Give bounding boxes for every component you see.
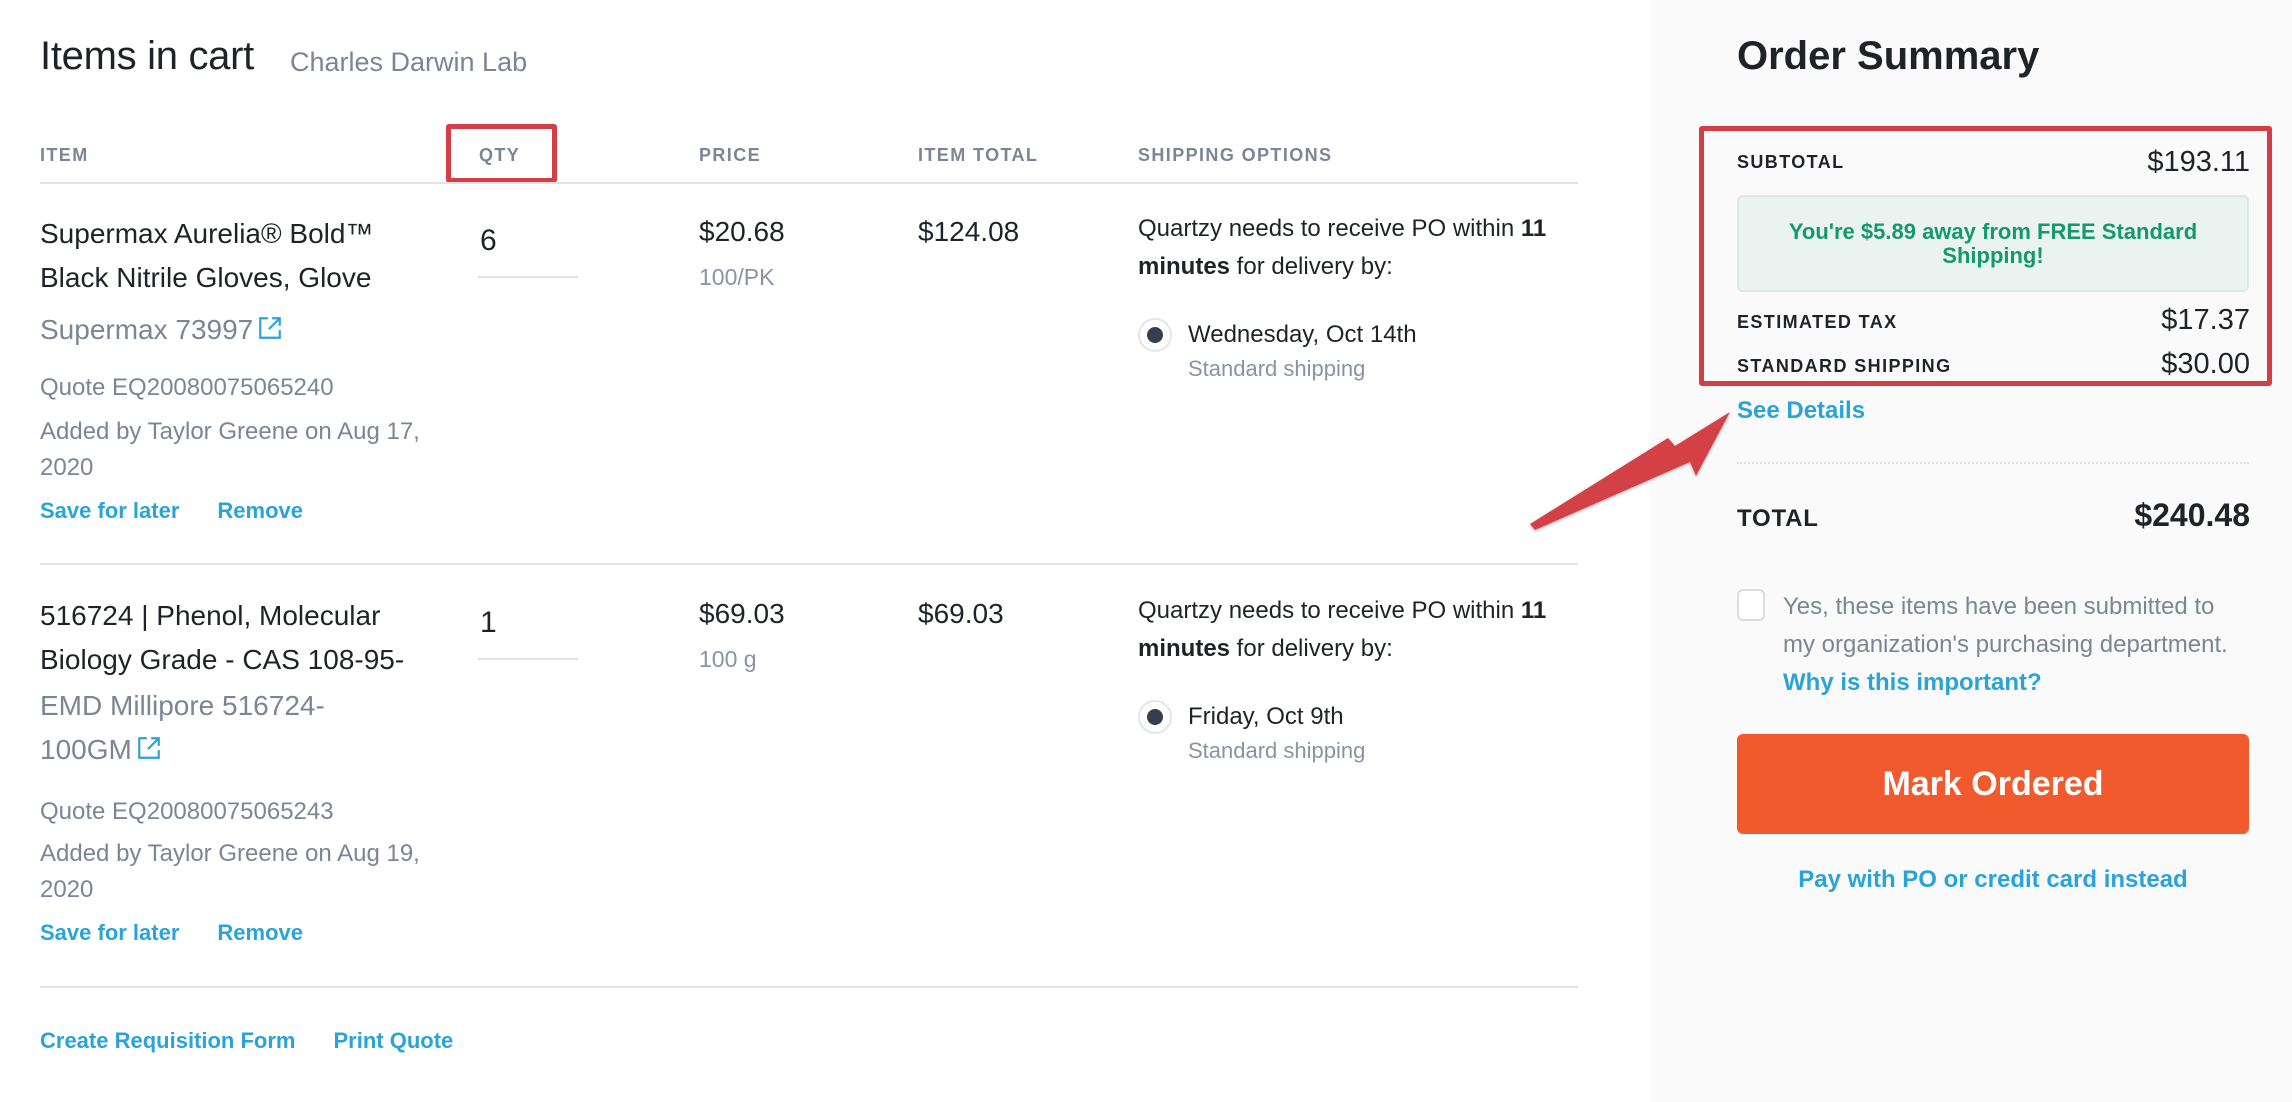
why-important-link[interactable]: Why is this important? [1783, 669, 2042, 696]
shipping-text-prefix: Quartzy needs to receive PO within [1138, 215, 1521, 242]
lab-name: Charles Darwin Lab [290, 47, 528, 77]
shipping-option-radio[interactable] [1138, 700, 1172, 734]
shipping-deadline-text: Quartzy needs to receive PO within 11 mi… [1138, 210, 1578, 286]
save-for-later-link[interactable]: Save for later [40, 498, 179, 524]
item-name[interactable]: Supermax Aurelia® Bold™ Black Nitrile Gl… [40, 212, 420, 300]
purchasing-confirmation-checkbox[interactable] [1737, 589, 1765, 621]
pay-with-po-link[interactable]: Pay with PO or credit card instead [1737, 866, 2249, 894]
shipping-text-suffix: for delivery by: [1230, 635, 1393, 662]
mark-ordered-button[interactable]: Mark Ordered [1737, 734, 2249, 834]
quantity-input[interactable]: 6 [478, 224, 578, 278]
item-added-by: Added by Taylor Greene on Aug 19, 2020 [40, 840, 420, 903]
shipping-minutes-unit: minutes [1138, 253, 1231, 280]
shipping-minutes-value: 11 [1520, 215, 1547, 242]
item-unit: 100/PK [699, 264, 775, 290]
confirmation-label: Yes, these items have been submitted to … [1783, 593, 2228, 658]
cart-item-row: 516724 | Phenol, Molecular Biology Grade… [40, 594, 1578, 954]
shipping-deadline-text: Quartzy needs to receive PO within 11 mi… [1138, 592, 1578, 668]
save-for-later-link[interactable]: Save for later [40, 920, 179, 946]
cart-panel: Items in cart Charles Darwin Lab ITEM QT… [0, 0, 1650, 1102]
subtotal-label: SUBTOTAL [1737, 152, 1845, 172]
item-total: $124.08 [918, 216, 1020, 247]
estimated-tax-label: ESTIMATED TAX [1737, 312, 1898, 332]
subtotal-value: $193.11 [2147, 146, 2250, 178]
total-value: $240.48 [2134, 497, 2250, 533]
column-header-price: PRICE [699, 145, 762, 165]
row-divider [40, 563, 1578, 565]
shipping-method: Standard shipping [1188, 356, 1366, 381]
header-divider [40, 182, 1578, 184]
shipping-option-radio[interactable] [1138, 318, 1172, 352]
external-link-icon[interactable] [136, 735, 162, 761]
free-shipping-notice: You're $5.89 away from FREE Standard Shi… [1737, 195, 2249, 292]
estimated-tax-value: $17.37 [2161, 304, 2250, 336]
item-quote: Quote EQ20080075065240 [40, 374, 334, 401]
item-sku-text[interactable]: EMD Millipore 516724-100GM [40, 690, 325, 765]
row-divider [40, 986, 1578, 988]
summary-divider [1737, 462, 2249, 464]
shipping-method: Standard shipping [1188, 738, 1366, 763]
shipping-minutes-value: 11 [1520, 597, 1547, 624]
shipping-text-prefix: Quartzy needs to receive PO within [1138, 597, 1521, 624]
remove-link[interactable]: Remove [217, 920, 303, 946]
column-header-item: ITEM [40, 145, 89, 165]
item-sku[interactable]: Supermax 73997 [40, 308, 420, 352]
standard-shipping-value: $30.00 [2161, 348, 2250, 380]
qty-annotation-box [446, 124, 557, 183]
item-price: $20.68 [699, 216, 785, 247]
shipping-date[interactable]: Friday, Oct 9th [1188, 703, 1344, 731]
order-summary-title: Order Summary [1737, 34, 2040, 78]
item-added-by: Added by Taylor Greene on Aug 17, 2020 [40, 418, 420, 481]
purchasing-confirmation-text: Yes, these items have been submitted to … [1783, 588, 2253, 702]
item-unit: 100 g [699, 646, 757, 672]
quantity-input[interactable]: 1 [478, 606, 578, 660]
item-quote: Quote EQ20080075065243 [40, 798, 334, 825]
create-requisition-form-link[interactable]: Create Requisition Form [40, 1028, 295, 1054]
shipping-minutes-unit: minutes [1138, 635, 1231, 662]
item-sku[interactable]: EMD Millipore 516724-100GM [40, 684, 360, 772]
item-sku-text[interactable]: Supermax 73997 [40, 314, 253, 345]
print-quote-link[interactable]: Print Quote [333, 1028, 453, 1054]
total-label: TOTAL [1737, 505, 1819, 532]
shipping-text-suffix: for delivery by: [1230, 253, 1393, 280]
column-header-item-total: ITEM TOTAL [918, 145, 1039, 165]
shipping-date[interactable]: Wednesday, Oct 14th [1188, 321, 1417, 349]
column-header-shipping-options: SHIPPING OPTIONS [1138, 145, 1333, 165]
remove-link[interactable]: Remove [217, 498, 303, 524]
item-name[interactable]: 516724 | Phenol, Molecular Biology Grade… [40, 594, 420, 682]
external-link-icon[interactable] [257, 315, 283, 341]
see-details-link[interactable]: See Details [1737, 397, 1865, 425]
item-price: $69.03 [699, 598, 785, 629]
standard-shipping-label: STANDARD SHIPPING [1737, 356, 1952, 376]
item-total: $69.03 [918, 598, 1004, 629]
page-title: Items in cart [40, 34, 254, 78]
cart-item-row: Supermax Aurelia® Bold™ Black Nitrile Gl… [40, 212, 1578, 552]
